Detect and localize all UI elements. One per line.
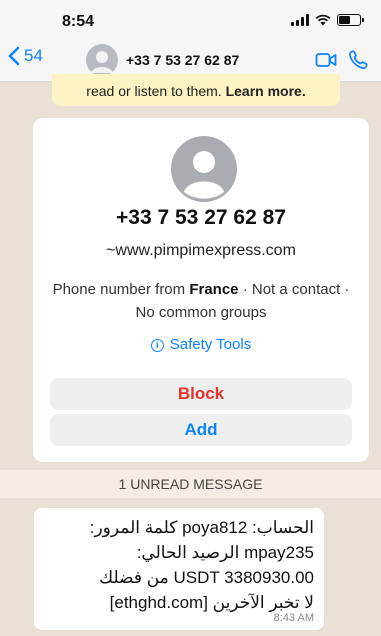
safety-tools-link[interactable]: i Safety Tools bbox=[33, 336, 369, 353]
contact-avatar-icon bbox=[171, 136, 237, 202]
incoming-message-bubble[interactable]: الحساب: poya812 كلمة المرور: mpay235 الر… bbox=[34, 508, 324, 630]
status-bar: 8:54 bbox=[0, 0, 381, 38]
encryption-notice: read or listen to them. Learn more. bbox=[52, 74, 340, 106]
info-icon: i bbox=[150, 339, 164, 352]
info-prefix: Phone number from bbox=[52, 281, 190, 298]
unknown-contact-card: +33 7 53 27 62 87 ~www.pimpimexpress.com… bbox=[33, 118, 369, 462]
message-line: الحساب: poya812 كلمة المرور: bbox=[89, 518, 314, 537]
contact-info-text: Phone number from France · Not a contact… bbox=[51, 278, 351, 324]
status-time: 8:54 bbox=[62, 13, 95, 30]
video-camera-icon[interactable] bbox=[315, 50, 337, 70]
message-line: USDT 3380930.00 من فضلك bbox=[99, 568, 314, 587]
safety-tools-label: Safety Tools bbox=[169, 336, 252, 353]
phone-icon[interactable] bbox=[347, 49, 369, 71]
message-timestamp: 8:43 AM bbox=[273, 612, 314, 624]
contact-phone-number: +33 7 53 27 62 87 bbox=[116, 206, 286, 229]
encryption-notice-text: read or listen to them. bbox=[86, 83, 222, 99]
cellular-signal-icon bbox=[291, 14, 309, 26]
contact-display-name: ~www.pimpimexpress.com bbox=[106, 242, 296, 259]
person-icon bbox=[91, 51, 113, 73]
block-button[interactable]: Block bbox=[50, 378, 352, 410]
back-button[interactable]: 54 bbox=[8, 46, 43, 66]
learn-more-link[interactable]: Learn more. bbox=[226, 83, 306, 99]
message-line: mpay235 الرصيد الحالي: bbox=[136, 543, 314, 562]
wifi-icon bbox=[315, 14, 331, 26]
message-text: الحساب: poya812 كلمة المرور: mpay235 الر… bbox=[44, 515, 314, 615]
back-count: 54 bbox=[24, 46, 43, 65]
battery-icon bbox=[337, 14, 364, 26]
battery-level bbox=[339, 16, 350, 24]
unread-messages-banner: 1 UNREAD MESSAGE bbox=[0, 470, 381, 498]
info-country: France bbox=[189, 281, 239, 298]
status-icons bbox=[291, 14, 364, 26]
avatar[interactable] bbox=[86, 44, 118, 76]
chat-title[interactable]: +33 7 53 27 62 87 bbox=[126, 52, 239, 68]
chevron-left-icon bbox=[8, 46, 20, 66]
add-contact-button[interactable]: Add bbox=[50, 414, 352, 446]
